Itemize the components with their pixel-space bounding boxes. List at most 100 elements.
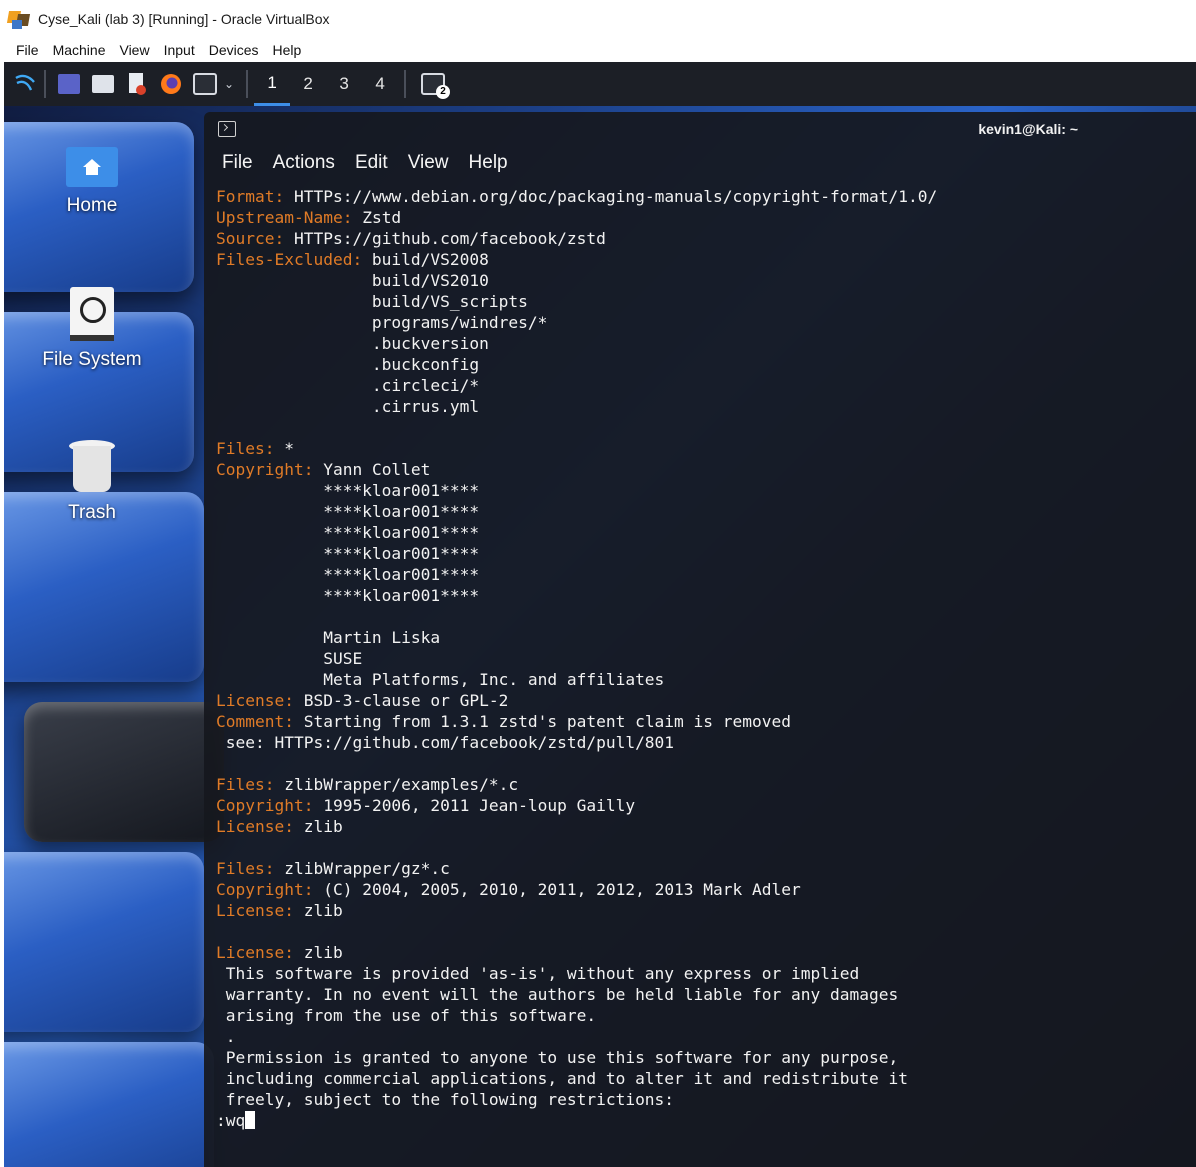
field-value: including commercial applications, and t… xyxy=(216,1069,908,1088)
terminal-window[interactable]: kevin1@Kali: ~ File Actions Edit View He… xyxy=(204,112,1196,1167)
terminal-line: Copyright: 1995-2006, 2011 Jean-loup Gai… xyxy=(216,795,1186,816)
terminal-menu-file[interactable]: File xyxy=(222,152,253,174)
desktop-icon-label: Trash xyxy=(68,502,116,523)
field-key: Copyright: xyxy=(216,796,314,815)
field-key: Files: xyxy=(216,859,275,878)
text-editor-icon[interactable] xyxy=(124,71,150,97)
vbox-menu-file[interactable]: File xyxy=(0,42,46,58)
terminal-icon xyxy=(218,121,236,137)
terminal-line: ****kloar001**** xyxy=(216,543,1186,564)
workspace-1[interactable]: 1 xyxy=(254,62,291,106)
terminal-line: . xyxy=(216,1026,1186,1047)
command-text: :wq xyxy=(216,1111,246,1130)
terminal-line: arising from the use of this software. xyxy=(216,1005,1186,1026)
terminal-menu-edit[interactable]: Edit xyxy=(355,152,388,174)
panel-separator xyxy=(44,70,46,98)
field-value: build/VS2008 xyxy=(362,250,489,269)
vbox-menu-help[interactable]: Help xyxy=(266,42,309,58)
terminal-task-icon[interactable]: 2 xyxy=(420,71,451,99)
chevron-down-icon[interactable]: ⌄ xyxy=(224,77,234,91)
kali-panel: ⌄ 1 2 3 4 2 xyxy=(4,62,1196,106)
terminal-line: Files: zlibWrapper/examples/*.c xyxy=(216,774,1186,795)
field-key: License: xyxy=(216,817,294,836)
field-value: This software is provided 'as-is', witho… xyxy=(216,964,860,983)
field-value: Zstd xyxy=(352,208,402,227)
terminal-line: Format: HTTPs://www.debian.org/doc/packa… xyxy=(216,186,1186,207)
workspace-2[interactable]: 2 xyxy=(290,62,326,106)
terminal-line: ****kloar001**** xyxy=(216,501,1186,522)
terminal-line: License: zlib xyxy=(216,942,1186,963)
field-value: ****kloar001**** xyxy=(216,586,480,605)
wallpaper-key xyxy=(4,852,204,1032)
terminal-line: .cirrus.yml xyxy=(216,396,1186,417)
vbox-menu-machine[interactable]: Machine xyxy=(46,42,113,58)
kali-menu-icon[interactable] xyxy=(12,71,38,97)
field-value: HTTPs://github.com/facebook/zstd xyxy=(284,229,606,248)
firefox-icon[interactable] xyxy=(158,71,184,97)
desktop-icon-label: File System xyxy=(42,349,142,370)
terminal-line: .buckversion xyxy=(216,333,1186,354)
field-value: .buckversion xyxy=(216,334,489,353)
vbox-menu-view[interactable]: View xyxy=(112,42,156,58)
terminal-output[interactable]: Format: HTTPs://www.debian.org/doc/packa… xyxy=(216,186,1186,1157)
field-value: zlib xyxy=(293,901,343,920)
terminal-line: ****kloar001**** xyxy=(216,585,1186,606)
terminal-line: build/VS_scripts xyxy=(216,291,1186,312)
show-desktop-icon[interactable] xyxy=(56,71,82,97)
field-key: License: xyxy=(216,901,294,920)
terminal-line: Copyright: (C) 2004, 2005, 2010, 2011, 2… xyxy=(216,879,1186,900)
field-key: Format: xyxy=(216,187,285,206)
field-value: Meta Platforms, Inc. and affiliates xyxy=(216,670,665,689)
terminal-menu-help[interactable]: Help xyxy=(469,152,508,174)
terminal-line: Meta Platforms, Inc. and affiliates xyxy=(216,669,1186,690)
desktop-icon-label: Home xyxy=(66,195,118,216)
field-key: License: xyxy=(216,691,294,710)
field-key: Copyright: xyxy=(216,880,314,899)
terminal-line: freely, subject to the following restric… xyxy=(216,1089,1186,1110)
command-line[interactable]: :wq xyxy=(216,1110,1186,1131)
terminal-titlebar[interactable]: kevin1@Kali: ~ xyxy=(204,112,1196,146)
vbox-titlebar: Cyse_Kali (lab 3) [Running] - Oracle Vir… xyxy=(0,0,1196,38)
workspace-3[interactable]: 3 xyxy=(326,62,362,106)
field-key: License: xyxy=(216,943,294,962)
field-value: arising from the use of this software. xyxy=(216,1006,597,1025)
terminal-line: ****kloar001**** xyxy=(216,522,1186,543)
window-title: Cyse_Kali (lab 3) [Running] - Oracle Vir… xyxy=(38,11,330,27)
field-value: .buckconfig xyxy=(216,355,480,374)
desktop-icon-home[interactable]: Home xyxy=(12,147,172,217)
terminal-line: ****kloar001**** xyxy=(216,480,1186,501)
field-value: HTTPs://www.debian.org/doc/packaging-man… xyxy=(284,187,938,206)
terminal-menu-actions[interactable]: Actions xyxy=(273,152,335,174)
terminal-launcher-icon[interactable] xyxy=(192,71,218,97)
workspace-4[interactable]: 4 xyxy=(362,62,398,106)
field-value: programs/windres/* xyxy=(216,313,548,332)
task-count-badge: 2 xyxy=(436,85,451,99)
field-value: zlibWrapper/gz*.c xyxy=(274,859,450,878)
field-value: warranty. In no event will the authors b… xyxy=(216,985,899,1004)
terminal-menu-view[interactable]: View xyxy=(408,152,449,174)
field-key: Upstream-Name: xyxy=(216,208,353,227)
field-value: ****kloar001**** xyxy=(216,544,480,563)
field-value: . xyxy=(216,1027,236,1046)
field-key: Files-Excluded: xyxy=(216,250,363,269)
desktop-icon-file-system[interactable]: File System xyxy=(12,287,172,371)
terminal-line: Comment: Starting from 1.3.1 zstd's pate… xyxy=(216,711,1186,732)
terminal-line: .buckconfig xyxy=(216,354,1186,375)
desktop-icon-trash[interactable]: Trash xyxy=(12,440,172,524)
terminal-title: kevin1@Kali: ~ xyxy=(978,121,1078,137)
terminal-line: Martin Liska xyxy=(216,627,1186,648)
file-manager-icon[interactable] xyxy=(90,71,116,97)
field-value: (C) 2004, 2005, 2010, 2011, 2012, 2013 M… xyxy=(313,880,801,899)
vbox-menu-input[interactable]: Input xyxy=(157,42,202,58)
terminal-menubar: File Actions Edit View Help xyxy=(204,146,1196,180)
terminal-line: ****kloar001**** xyxy=(216,564,1186,585)
terminal-line: Permission is granted to anyone to use t… xyxy=(216,1047,1186,1068)
vbox-menu-devices[interactable]: Devices xyxy=(202,42,266,58)
guest-screen: ⌄ 1 2 3 4 2 Home File System Trash kevin… xyxy=(4,62,1196,1167)
panel-separator xyxy=(246,70,249,98)
field-value: zlibWrapper/examples/*.c xyxy=(274,775,519,794)
